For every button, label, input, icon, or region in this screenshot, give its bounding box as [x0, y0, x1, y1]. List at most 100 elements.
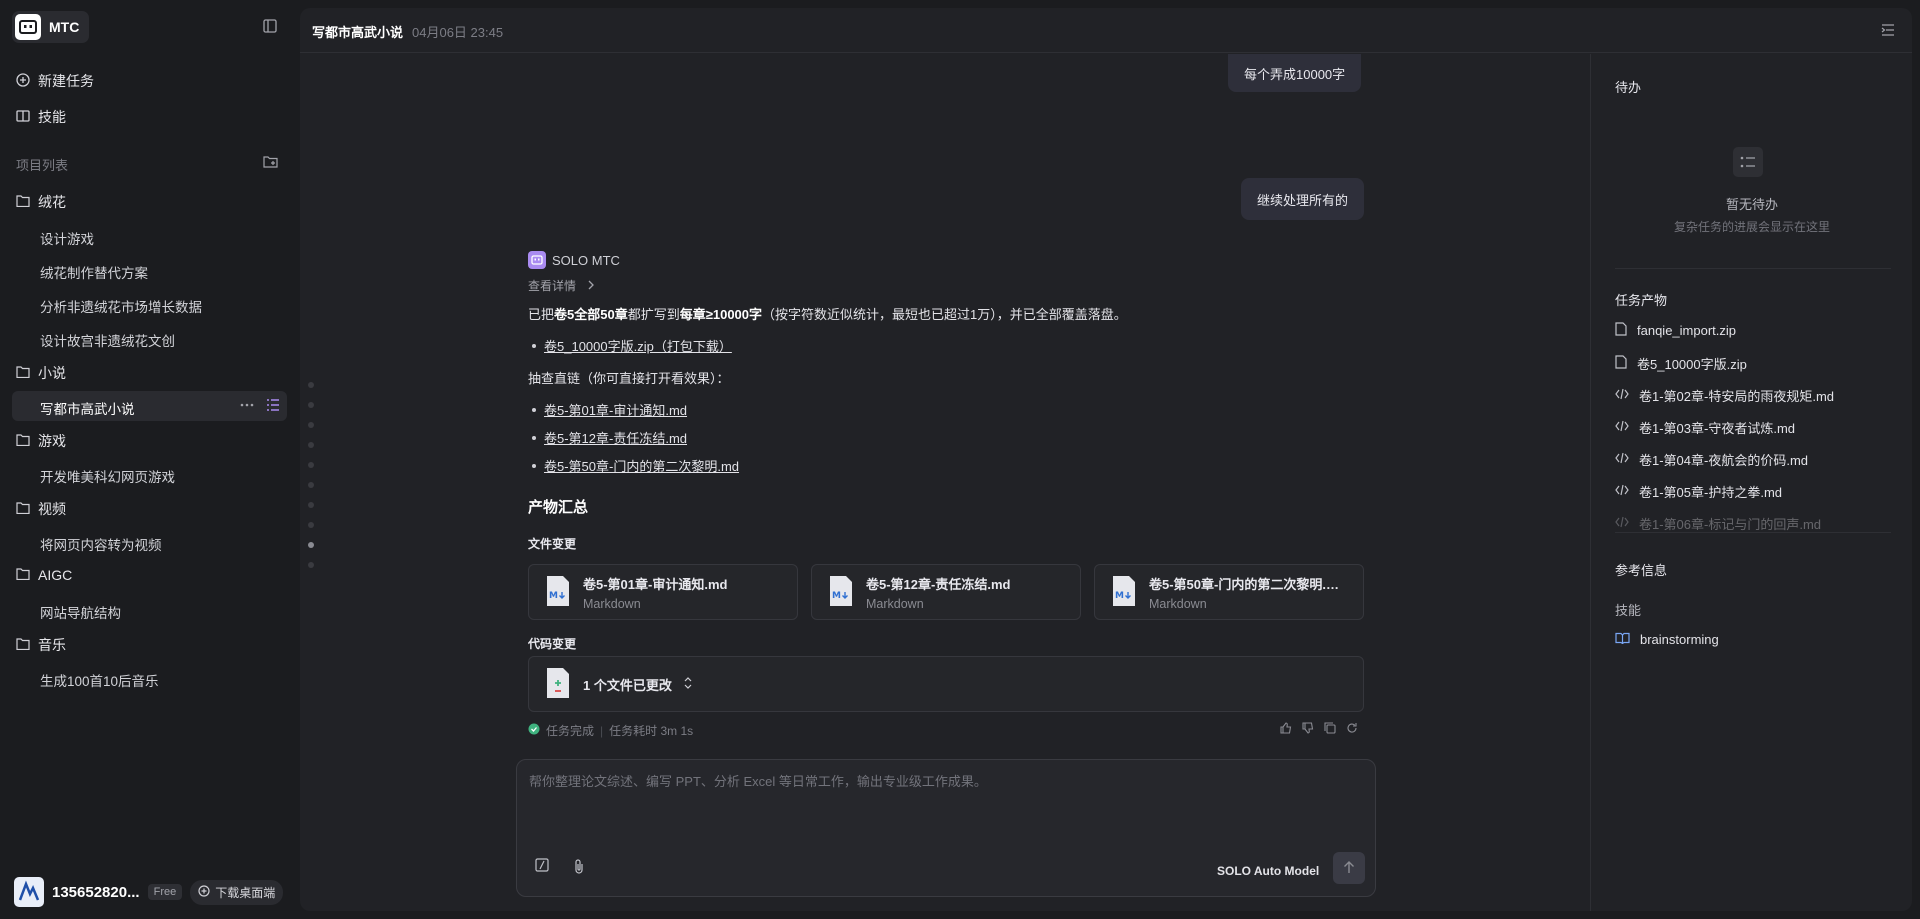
page-title: 写都市高武小说: [312, 25, 404, 40]
artifact-item[interactable]: 卷1-第02章-特安局的雨夜规矩.md: [1615, 386, 1834, 405]
artifact-item[interactable]: 卷5_10000字版.zip: [1615, 354, 1747, 373]
view-details-link[interactable]: 查看详情: [528, 277, 595, 294]
file-card[interactable]: M 卷5-第01章-审计通知.md Markdown: [528, 564, 798, 620]
more-icon[interactable]: [240, 398, 254, 415]
artifact-item[interactable]: 卷1-第03章-守夜者试炼.md: [1615, 418, 1795, 437]
nav-dot-active[interactable]: [308, 542, 314, 548]
svg-text:M: M: [549, 591, 558, 601]
expand-chevron-icon[interactable]: [684, 676, 692, 692]
artifact-name: 卷1-第03章-守夜者试炼.md: [1639, 421, 1796, 436]
folder-music[interactable]: 音乐: [16, 635, 66, 655]
project-item[interactable]: 分析非遗绒花市场增长数据: [40, 296, 202, 316]
project-item[interactable]: 开发唯美科幻网页游戏: [40, 466, 175, 486]
nav-dot[interactable]: [308, 402, 314, 408]
todo-heading: 待办: [1615, 80, 1642, 95]
artifact-item[interactable]: 卷1-第04章-夜航会的价码.md: [1615, 450, 1808, 469]
todo-empty-title: 暂无待办: [1725, 197, 1778, 212]
summary-bold: 卷5全部50章: [554, 307, 628, 322]
artifact-name: 卷5_10000字版.zip: [1637, 357, 1747, 372]
file-card[interactable]: M 卷5-第12章-责任冻结.md Markdown: [811, 564, 1081, 620]
chat-area[interactable]: 每个弄成10000字 继续处理所有的 SOLO MTC 查看详情 已把卷5全部5…: [300, 54, 1590, 754]
bullet: [532, 343, 536, 348]
brand[interactable]: MTC: [12, 11, 90, 43]
file-type: Markdown: [866, 596, 924, 611]
thumbs-up-icon[interactable]: [1280, 722, 1292, 737]
project-item[interactable]: 将网页内容转为视频: [40, 534, 162, 554]
model-selector[interactable]: SOLO Auto Model: [1217, 864, 1319, 878]
nav-dot[interactable]: [308, 562, 314, 568]
status-done: 任务完成: [546, 724, 595, 738]
sidebar-toggle-icon[interactable]: [263, 19, 277, 36]
folder-video[interactable]: 视频: [16, 499, 66, 519]
zip-download-link[interactable]: 卷5_10000字版.zip（打包下载）: [544, 336, 732, 355]
new-task-button[interactable]: 新建任务: [16, 71, 94, 91]
right-panel: 待办 暂无待办 复杂任务的进展会显示在这里 任务产物 fanqie_import…: [1590, 54, 1912, 911]
folder-rongua[interactable]: 绒花: [16, 192, 66, 212]
skill-name: brainstorming: [1640, 632, 1719, 647]
markdown-file-icon: M: [545, 575, 571, 610]
project-item[interactable]: 生成100首10后音乐: [40, 670, 159, 690]
add-folder-icon[interactable]: [263, 155, 278, 171]
chapter-link[interactable]: 卷5-第50章-门内的第二次黎明.md: [544, 456, 739, 475]
nav-dot[interactable]: [308, 422, 314, 428]
file-icon: [1615, 322, 1627, 339]
file-name: 卷5-第01章-审计通知.md: [583, 576, 728, 592]
nav-dot[interactable]: [308, 502, 314, 508]
checklist-icon: [1733, 147, 1763, 177]
code-changes-card[interactable]: 1 个文件已更改: [528, 656, 1364, 712]
thumbs-down-icon[interactable]: [1302, 722, 1314, 737]
nav-dot[interactable]: [308, 442, 314, 448]
retry-icon[interactable]: [1346, 722, 1358, 737]
file-type: Markdown: [583, 596, 641, 611]
project-item[interactable]: 网站导航结构: [40, 602, 121, 622]
send-button[interactable]: [1333, 852, 1365, 884]
summary-text-part: 已把: [528, 307, 555, 322]
message-actions: [1280, 722, 1358, 737]
copy-icon[interactable]: [1324, 722, 1336, 737]
project-item[interactable]: 设计游戏: [40, 228, 94, 248]
skill-item[interactable]: brainstorming: [1615, 632, 1719, 647]
attachment-icon[interactable]: [573, 858, 585, 877]
code-icon: [1615, 420, 1629, 435]
project-item-active[interactable]: 写都市高武小说: [40, 398, 135, 418]
artifact-item[interactable]: 卷1-第05章-护持之拳.md: [1615, 482, 1782, 501]
nav-dot[interactable]: [308, 382, 314, 388]
avatar[interactable]: [14, 877, 44, 907]
svg-text:M: M: [1115, 591, 1124, 601]
folder-icon: [16, 567, 30, 583]
nav-dot[interactable]: [308, 462, 314, 468]
code-icon: [1615, 516, 1629, 531]
message-nav-dots[interactable]: [308, 382, 314, 582]
folder-icon: [16, 365, 30, 381]
code-icon: [1615, 452, 1629, 467]
project-item[interactable]: 设计故宫非遗绒花文创: [40, 330, 175, 350]
file-name: 卷5-第12章-责任冻结.md: [866, 576, 1011, 592]
book-icon: [16, 109, 30, 126]
summary-bold: 每章≥10000字: [679, 307, 763, 322]
chapter-link[interactable]: 卷5-第01章-审计通知.md: [544, 400, 687, 419]
folder-aigc[interactable]: AIGC: [16, 567, 72, 583]
collapse-panel-icon[interactable]: [1881, 24, 1895, 39]
file-card[interactable]: M 卷5-第50章-门内的第二次黎明.md Markdown: [1094, 564, 1364, 620]
skills-button[interactable]: 技能: [16, 107, 66, 127]
artifact-item[interactable]: 卷1-第06章-标记与门的回声.md: [1615, 514, 1821, 533]
download-desktop-button[interactable]: 下载桌面端: [190, 879, 284, 905]
code-changes-summary: 1 个文件已更改: [583, 677, 672, 693]
sidebar: MTC 新建任务 技能 项目列表 绒花 设计游戏 绒花制作替代方案 分析非遗绒花…: [0, 0, 298, 919]
prompt-input[interactable]: [529, 774, 1359, 789]
folder-game[interactable]: 游戏: [16, 431, 66, 451]
nav-dot[interactable]: [308, 522, 314, 528]
file-name: 卷5-第50章-门内的第二次黎明.md: [1149, 576, 1339, 592]
artifact-item[interactable]: fanqie_import.zip: [1615, 322, 1736, 339]
project-item[interactable]: 绒花制作替代方案: [40, 262, 148, 282]
chapter-link[interactable]: 卷5-第12章-责任冻结.md: [544, 428, 687, 447]
summary-text-part: 都扩写到: [627, 307, 680, 322]
slash-command-icon[interactable]: [535, 858, 549, 875]
chevron-right-icon: [587, 279, 595, 293]
new-task-label: 新建任务: [38, 73, 94, 89]
task-list-icon[interactable]: [266, 398, 280, 415]
folder-novel[interactable]: 小说: [16, 363, 66, 383]
status-divider: |: [600, 723, 604, 738]
download-label: 下载桌面端: [215, 885, 276, 900]
nav-dot[interactable]: [308, 482, 314, 488]
